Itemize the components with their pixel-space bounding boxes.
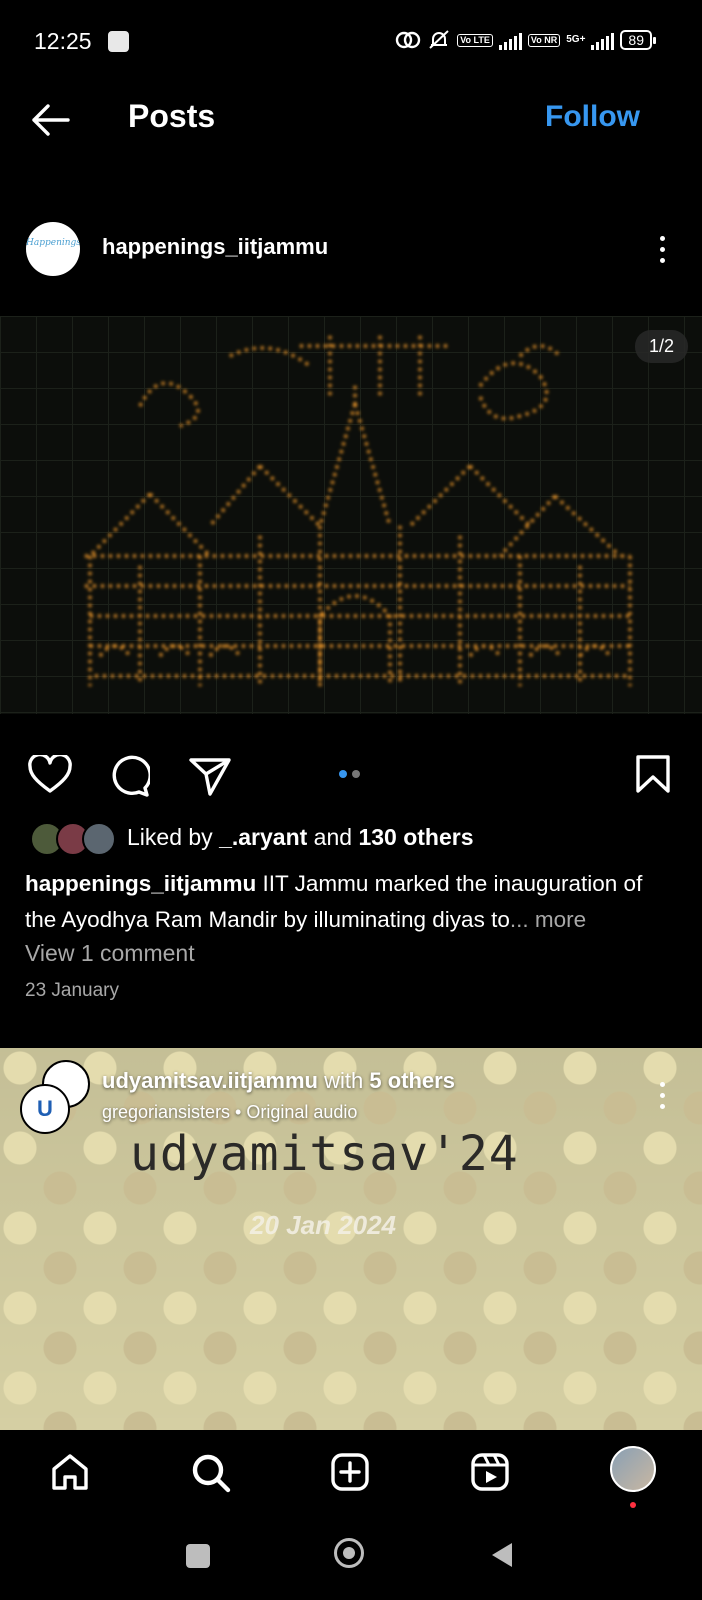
post2-audio-label[interactable]: gregoriansisters • Original audio <box>102 1102 357 1123</box>
battery-indicator: 89 <box>620 30 656 50</box>
volte-badge: Vo LTE <box>457 33 493 47</box>
heart-icon <box>28 752 72 793</box>
caption-username[interactable]: happenings_iitjammu <box>25 871 256 896</box>
notification-icon <box>108 31 129 52</box>
post-author-username[interactable]: happenings_iitjammu <box>102 234 328 260</box>
view-comments-link[interactable]: View 1 comment <box>25 940 195 967</box>
carousel-counter: 1/2 <box>634 330 688 363</box>
comment-button[interactable] <box>108 755 152 802</box>
diya-temple-image <box>0 316 702 714</box>
likes-mid: and <box>307 824 359 850</box>
status-icons: Vo LTE Vo NR 5G+ 89 <box>395 28 656 52</box>
create-icon <box>331 1453 369 1491</box>
post2-collaborators[interactable]: 5 others <box>369 1068 455 1093</box>
nav-search[interactable] <box>190 1452 232 1499</box>
caption-more-link[interactable]: ... more <box>510 907 586 932</box>
more-icon <box>659 1082 665 1087</box>
post-image[interactable]: 1/2 <box>0 316 702 714</box>
nav-create[interactable] <box>330 1452 370 1497</box>
like-button[interactable] <box>28 752 72 800</box>
post-author-avatar[interactable]: Happenings <box>26 222 80 276</box>
liked-by-user[interactable]: _.aryant <box>219 824 307 850</box>
liked-by-others[interactable]: 130 others <box>358 824 473 850</box>
post2-more-options-button[interactable] <box>658 1082 666 1115</box>
triangle-back-icon <box>492 1543 512 1567</box>
send-icon <box>189 758 231 796</box>
status-time: 12:25 <box>34 28 92 54</box>
liker-avatar <box>82 822 116 856</box>
hotspot-icon <box>396 31 421 49</box>
signal-icon <box>498 30 522 50</box>
nav-reels[interactable] <box>470 1452 510 1497</box>
share-button[interactable] <box>188 755 232 802</box>
carousel-dot <box>352 770 360 778</box>
comment-icon <box>112 755 152 797</box>
vonr-badge: Vo NR <box>527 33 561 47</box>
page-title: Posts <box>128 98 216 134</box>
post2-username[interactable]: udyamitsav.iitjammu with 5 others <box>102 1068 455 1094</box>
post2-author-avatar[interactable]: U <box>20 1084 70 1134</box>
back-button[interactable] <box>28 100 72 140</box>
carousel-indicator <box>339 770 360 778</box>
post2-with: with <box>318 1068 370 1093</box>
more-options-button[interactable] <box>658 236 666 269</box>
bookmark-icon <box>636 755 670 793</box>
home-icon <box>52 1454 88 1490</box>
avatar-logo-text: Happenings <box>26 238 80 248</box>
nav-profile-avatar[interactable] <box>610 1446 656 1492</box>
likes-summary[interactable]: Liked by _.aryant and 130 others <box>127 824 474 851</box>
bell-off-icon <box>429 30 449 49</box>
reels-icon <box>471 1453 509 1491</box>
follow-button[interactable]: Follow <box>545 100 640 134</box>
nav-home[interactable] <box>50 1452 90 1497</box>
carousel-dot-active <box>339 770 347 778</box>
post-date: 23 January <box>25 980 120 1001</box>
post2-author[interactable]: udyamitsav.iitjammu <box>102 1068 318 1093</box>
save-button[interactable] <box>635 754 671 799</box>
system-back-button[interactable] <box>490 1541 514 1574</box>
search-icon <box>192 1454 231 1493</box>
bottom-navigation <box>0 1430 702 1522</box>
post2-image-date: 20 Jan 2024 <box>250 1210 397 1240</box>
network-type: 5G+ <box>566 34 586 45</box>
profile-notification-dot <box>630 1502 636 1508</box>
liker-avatars[interactable] <box>30 822 116 856</box>
post2-image-title: udyamitsav'24 <box>130 1126 519 1182</box>
post-caption: happenings_iitjammu IIT Jammu marked the… <box>25 866 675 938</box>
system-home-button[interactable] <box>334 1538 364 1568</box>
more-icon <box>659 236 665 241</box>
arrow-left-icon <box>32 104 70 136</box>
system-recents-button[interactable] <box>186 1544 210 1568</box>
signal-icon-2 <box>591 30 615 50</box>
likes-prefix: Liked by <box>127 824 220 850</box>
